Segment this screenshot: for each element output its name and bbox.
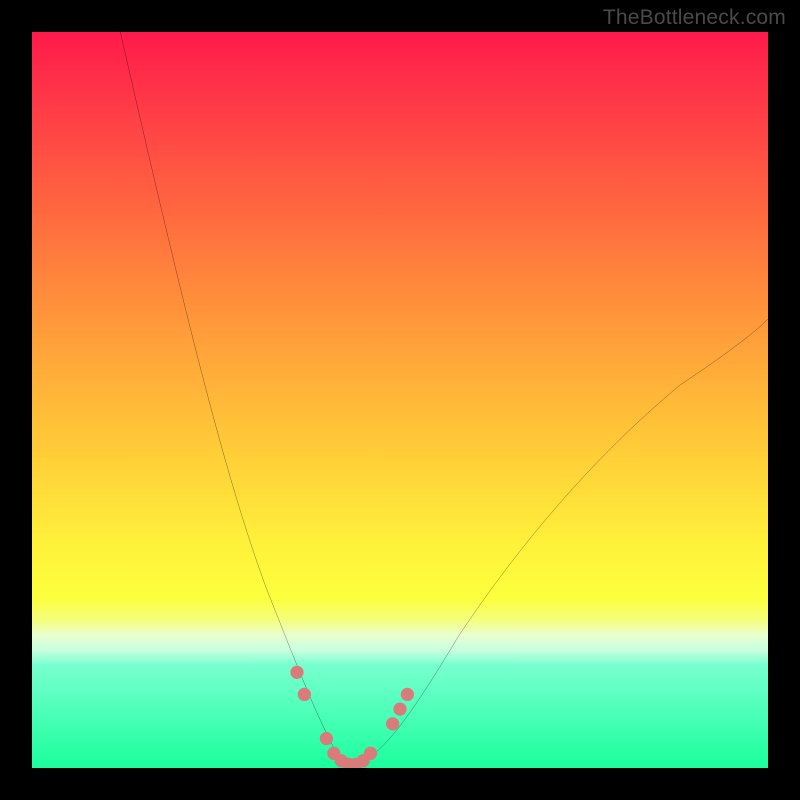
watermark-text: TheBottleneck.com	[603, 6, 786, 30]
marker-dot	[386, 717, 399, 730]
plot-area	[32, 32, 768, 768]
marker-dot	[290, 666, 303, 679]
right-curve	[356, 319, 768, 765]
marker-dot	[298, 688, 311, 701]
marker-dot	[320, 732, 333, 745]
marker-dot	[364, 747, 377, 760]
marker-group	[290, 666, 414, 768]
marker-dot	[393, 702, 406, 715]
chart-frame: TheBottleneck.com	[0, 0, 800, 800]
chart-svg	[32, 32, 768, 768]
left-curve	[120, 32, 356, 765]
marker-dot	[401, 688, 414, 701]
